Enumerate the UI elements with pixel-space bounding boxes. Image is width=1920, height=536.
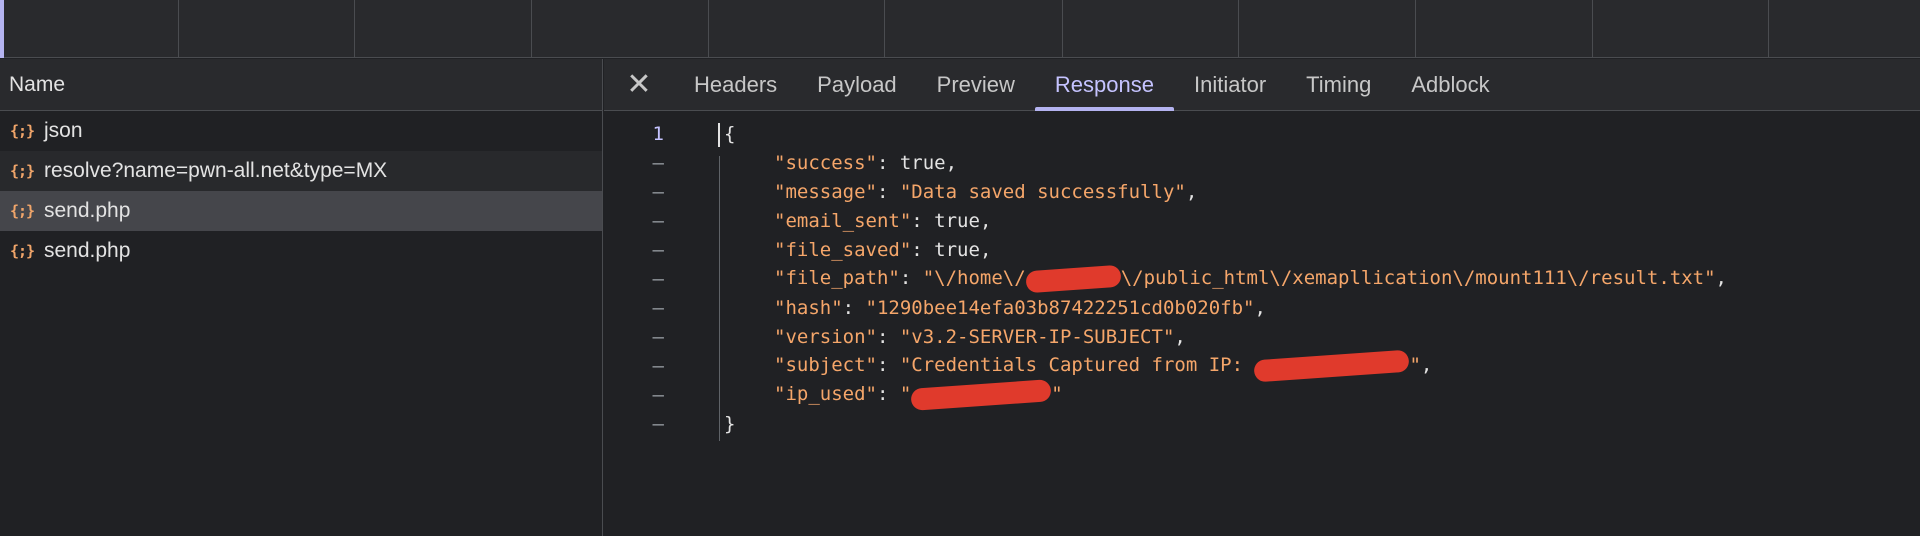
tab-timing[interactable]: Timing xyxy=(1286,59,1391,110)
json-value: true xyxy=(934,209,980,232)
tab-adblock[interactable]: Adblock xyxy=(1391,59,1509,110)
json-value: "1290bee14efa03b87422251cd0b020fb" xyxy=(865,296,1255,319)
json-icon: {;} xyxy=(9,242,35,260)
json-value-prefix: "\/home\/ xyxy=(922,267,1026,290)
request-row[interactable]: {;} json xyxy=(0,111,602,151)
request-row[interactable]: {;} send.php xyxy=(0,231,602,271)
timeline-gridline xyxy=(1238,0,1239,58)
tab-payload[interactable]: Payload xyxy=(797,59,917,110)
redaction-mark xyxy=(1025,264,1122,294)
json-key: "success" xyxy=(774,151,877,174)
redaction-mark xyxy=(910,378,1052,411)
fold-marker[interactable]: – xyxy=(604,355,674,377)
detail-tabbar: ✕ Headers Payload Preview Response Initi… xyxy=(604,59,1920,111)
json-value-prefix: "Credentials Captured from IP: xyxy=(899,354,1255,377)
timeline-accent xyxy=(0,0,4,58)
tab-headers[interactable]: Headers xyxy=(674,59,797,110)
timeline-overview[interactable] xyxy=(0,0,1920,58)
name-column-header[interactable]: Name xyxy=(0,59,602,111)
code-line: – "message": "Data saved successfully", xyxy=(604,177,1920,206)
json-value-suffix: " xyxy=(1409,354,1421,377)
request-name: send.php xyxy=(44,199,131,222)
timeline-gridline xyxy=(531,0,532,58)
json-key: "ip_used" xyxy=(774,383,877,406)
request-name: send.php xyxy=(44,239,131,262)
request-name: json xyxy=(44,119,83,142)
json-field: "message": "Data saved successfully", xyxy=(774,180,1198,203)
code-line: 1 { xyxy=(604,119,1920,148)
json-key: "email_sent" xyxy=(774,209,912,232)
fold-marker[interactable]: – xyxy=(604,181,674,203)
redaction-mark xyxy=(1253,349,1411,383)
code-line: – "file_path": "\/home\/\/public_html\/xe… xyxy=(604,264,1920,294)
request-list-pane: Name {;} json {;} resolve?name=pwn-all.n… xyxy=(0,59,603,536)
json-key: "version" xyxy=(774,325,877,348)
json-field: "ip_used": " " xyxy=(674,378,1063,411)
close-brace: } xyxy=(724,412,736,435)
json-icon: {;} xyxy=(9,162,35,180)
request-row[interactable]: {;} resolve?name=pwn-all.net&type=MX xyxy=(0,151,602,191)
json-field: "file_saved": true, xyxy=(774,238,992,261)
tab-initiator[interactable]: Initiator xyxy=(1174,59,1286,110)
json-icon: {;} xyxy=(9,122,35,140)
code-line: – "ip_used": " " xyxy=(604,378,1920,411)
timeline-gridline xyxy=(884,0,885,58)
open-brace: { xyxy=(724,122,736,145)
timeline-gridline xyxy=(708,0,709,58)
fold-marker[interactable]: – xyxy=(604,413,674,435)
json-field: "email_sent": true, xyxy=(774,209,992,232)
json-field: "subject": "Credentials Captured from IP… xyxy=(674,349,1432,383)
tab-preview[interactable]: Preview xyxy=(917,59,1035,110)
json-key: "subject" xyxy=(774,354,877,377)
code-line: – "hash": "1290bee14efa03b87422251cd0b020… xyxy=(604,293,1920,322)
json-value: "Data saved successfully" xyxy=(899,180,1186,203)
json-icon: {;} xyxy=(9,202,35,220)
json-key: "hash" xyxy=(774,296,843,319)
code-line: – "success": true, xyxy=(604,148,1920,177)
json-value: true xyxy=(899,151,946,174)
json-value-suffix: \/public_html\/xemapllication\/mount111\… xyxy=(1120,267,1716,290)
code-line: – "file_saved": true, xyxy=(604,235,1920,264)
json-field: "version": "v3.2-SERVER-IP-SUBJECT", xyxy=(774,325,1186,348)
json-key: "file_saved" xyxy=(774,238,912,261)
code-line: – "subject": "Credentials Captured from I… xyxy=(604,349,1920,383)
request-name: resolve?name=pwn-all.net&type=MX xyxy=(44,159,388,182)
json-field: "hash": "1290bee14efa03b87422251cd0b020f… xyxy=(774,296,1266,319)
json-value: true xyxy=(934,238,980,261)
json-value-suffix: " xyxy=(1051,383,1063,406)
fold-marker[interactable]: – xyxy=(604,326,674,348)
timeline-gridline xyxy=(1415,0,1416,58)
json-key: "file_path" xyxy=(774,267,900,290)
close-icon[interactable]: ✕ xyxy=(604,59,674,110)
timeline-gridline xyxy=(1062,0,1063,58)
code-line: – } xyxy=(604,409,1920,438)
timeline-gridline xyxy=(354,0,355,58)
timeline-gridline xyxy=(1768,0,1769,58)
json-value-prefix: " xyxy=(899,383,912,406)
json-value: "v3.2-SERVER-IP-SUBJECT" xyxy=(899,325,1175,348)
timeline-gridline xyxy=(1592,0,1593,58)
line-number: 1 xyxy=(652,122,664,145)
timeline-gridline xyxy=(178,0,179,58)
fold-marker[interactable]: – xyxy=(604,268,674,290)
json-field: "success": true, xyxy=(774,151,958,174)
fold-marker[interactable]: – xyxy=(604,297,674,319)
response-code-view[interactable]: 1 { – "success": true, – "message": "Data s… xyxy=(604,111,1920,441)
fold-marker[interactable]: – xyxy=(604,384,674,406)
json-key: "message" xyxy=(774,180,877,203)
fold-marker[interactable]: – xyxy=(604,152,674,174)
tab-response[interactable]: Response xyxy=(1034,59,1175,111)
request-detail-pane: ✕ Headers Payload Preview Response Initi… xyxy=(604,59,1920,536)
code-line: – "version": "v3.2-SERVER-IP-SUBJECT", xyxy=(604,322,1920,351)
request-row-selected[interactable]: {;} send.php xyxy=(0,191,602,231)
fold-marker[interactable]: – xyxy=(604,239,674,261)
json-field: "file_path": "\/home\/\/public_html\/xem… xyxy=(674,264,1727,294)
fold-marker[interactable]: – xyxy=(604,210,674,232)
code-line: – "email_sent": true, xyxy=(604,206,1920,235)
